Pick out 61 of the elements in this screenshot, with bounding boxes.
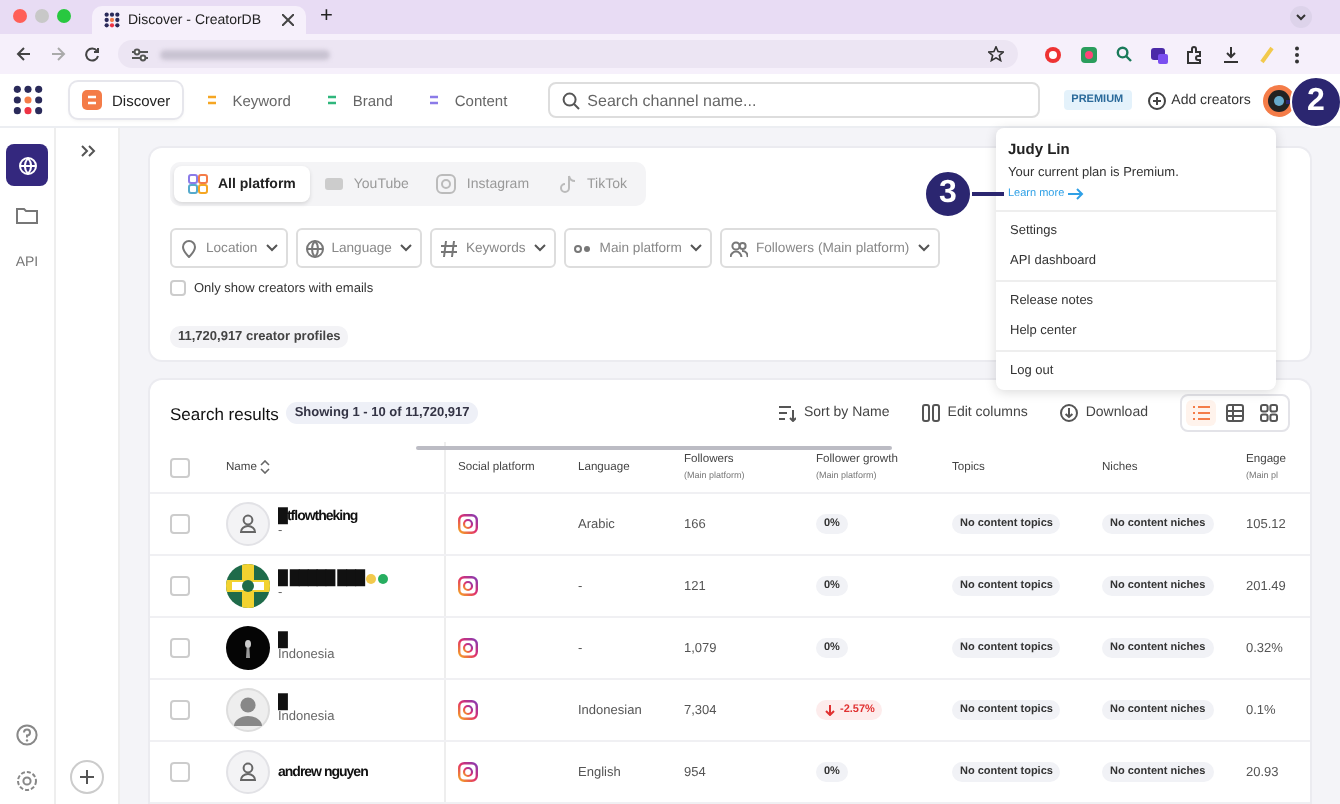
new-tab-button[interactable]: +	[320, 4, 333, 30]
arrow-down-icon	[824, 704, 836, 716]
app-logo-icon[interactable]	[12, 84, 44, 116]
filter-icon	[180, 239, 198, 257]
checkbox[interactable]	[170, 280, 186, 296]
grid-view-icon[interactable]	[1254, 400, 1284, 426]
extension-icon[interactable]	[1150, 45, 1168, 63]
extension-icon[interactable]	[1080, 45, 1098, 63]
plus-icon	[1147, 91, 1166, 109]
instagram-icon	[458, 762, 478, 782]
filter-icon	[439, 239, 458, 257]
more-icon[interactable]	[1294, 45, 1300, 63]
puzzle-icon[interactable]	[1186, 45, 1204, 63]
platform-icon	[188, 174, 208, 194]
sort-icon	[260, 460, 271, 474]
chevron-down-icon	[265, 244, 278, 252]
row-checkbox[interactable]	[170, 762, 190, 782]
platform-icon	[323, 174, 344, 194]
action-icon	[777, 404, 796, 422]
row-checkbox[interactable]	[170, 514, 190, 534]
instagram-icon	[458, 700, 478, 720]
globe-icon[interactable]	[6, 144, 48, 186]
expand-icon[interactable]	[79, 144, 95, 158]
add-icon[interactable]	[70, 760, 104, 794]
platform-icon	[557, 174, 578, 194]
instagram-icon	[458, 576, 478, 596]
download-icon[interactable]	[1222, 45, 1240, 63]
filter-icon	[729, 239, 748, 257]
back-icon[interactable]	[16, 46, 32, 62]
app-logo-icon	[104, 12, 120, 28]
scrollbar[interactable]	[416, 446, 892, 450]
close-icon[interactable]	[282, 14, 294, 26]
results-title: Search results	[170, 403, 279, 423]
chevron-down-icon	[533, 244, 546, 252]
row-checkbox[interactable]	[170, 638, 190, 658]
select-all-checkbox[interactable]	[170, 457, 190, 477]
star-icon[interactable]	[988, 46, 1004, 62]
filter-icon	[305, 239, 324, 257]
chevron-down-icon	[689, 244, 702, 252]
instagram-icon	[458, 514, 478, 534]
row-checkbox[interactable]	[170, 576, 190, 596]
action-icon	[1059, 404, 1078, 422]
chevron-down-icon	[399, 244, 412, 252]
extension-icon[interactable]	[1044, 45, 1062, 63]
help-icon[interactable]	[16, 724, 38, 746]
arrow-right-icon	[1068, 188, 1085, 200]
search-field[interactable]: Search channel name...	[547, 82, 1040, 118]
row-checkbox[interactable]	[170, 700, 190, 720]
tab-icon	[82, 90, 102, 110]
chevron-down-icon	[917, 244, 930, 252]
search-icon	[561, 91, 580, 109]
instagram-icon	[458, 638, 478, 658]
filter-icon	[573, 239, 592, 257]
platform-icon	[436, 174, 457, 194]
chevron-down-icon[interactable]	[1290, 6, 1312, 28]
search-icon[interactable]	[1116, 46, 1132, 62]
settings-icon[interactable]	[16, 770, 38, 792]
action-icon	[921, 404, 940, 422]
table-view-icon[interactable]	[1220, 400, 1250, 426]
site-settings-icon[interactable]	[132, 47, 148, 61]
reload-icon[interactable]	[84, 46, 100, 62]
